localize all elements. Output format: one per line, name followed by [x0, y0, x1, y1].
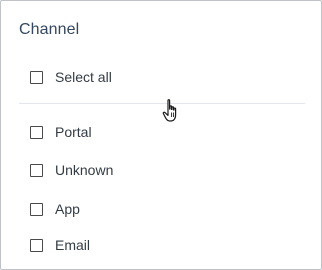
- select-all-option[interactable]: Select all: [30, 67, 112, 87]
- option-label: Unknown: [55, 162, 114, 178]
- option-app[interactable]: App: [30, 199, 80, 219]
- filter-title: Channel: [19, 21, 80, 38]
- option-label: Portal: [55, 124, 92, 140]
- option-label: App: [55, 201, 80, 217]
- option-unknown[interactable]: Unknown: [30, 160, 113, 180]
- select-all-label: Select all: [55, 69, 112, 85]
- hand-pointer-icon: [162, 99, 177, 122]
- option-email[interactable]: Email: [30, 235, 90, 255]
- unknown-checkbox[interactable]: [30, 163, 43, 177]
- channel-filter-panel: Channel Select all Portal Unknown App Em…: [0, 0, 322, 270]
- select-all-checkbox[interactable]: [30, 70, 43, 84]
- option-label: Email: [55, 237, 91, 253]
- portal-checkbox[interactable]: [30, 125, 43, 139]
- app-checkbox[interactable]: [30, 202, 43, 216]
- email-checkbox[interactable]: [30, 238, 43, 252]
- option-portal[interactable]: Portal: [30, 122, 92, 142]
